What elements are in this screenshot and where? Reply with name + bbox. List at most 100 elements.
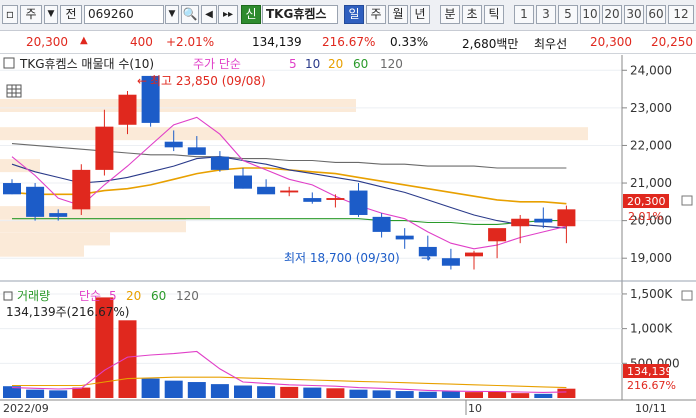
minute-option-30[interactable]: 30 xyxy=(624,5,644,24)
search-icon[interactable]: 🔍 xyxy=(181,5,199,24)
current-volume-pct: 216.67% xyxy=(627,379,676,392)
volume-bar-up xyxy=(511,393,530,398)
period-tab-tick[interactable]: 틱 xyxy=(484,5,504,24)
candle-up xyxy=(95,126,114,170)
period-tab-minute[interactable]: 분 xyxy=(440,5,460,24)
candle-down xyxy=(395,235,414,240)
candle-up xyxy=(72,169,91,210)
minute-option-120[interactable]: 12 xyxy=(668,5,694,24)
candle-down xyxy=(164,141,183,148)
code-dropdown-icon[interactable]: ▼ xyxy=(165,5,179,24)
minute-label: 20 xyxy=(604,7,620,21)
candle-down xyxy=(257,186,276,195)
volume-bar-down xyxy=(418,391,437,398)
price-y-label: 24,000 xyxy=(630,63,672,77)
period-tab-year[interactable]: 년 xyxy=(410,5,430,24)
period-tab-second[interactable]: 초 xyxy=(462,5,482,24)
price-ma20-label: 20 xyxy=(328,57,343,71)
price-change: 400 xyxy=(130,35,153,49)
candle-down xyxy=(210,156,229,170)
minute-option-20[interactable]: 20 xyxy=(602,5,622,24)
volume-bar-down xyxy=(441,391,460,398)
price-ma5-label: 5 xyxy=(289,57,297,71)
minute-option-3[interactable]: 3 xyxy=(536,5,556,24)
minute-option-5[interactable]: 5 xyxy=(558,5,578,24)
high-annotation-arrow: ← xyxy=(137,74,147,88)
period-label: 분 xyxy=(444,7,456,21)
toolbar: ▫ 주 ▼ 전 069260 ▼ 🔍 ◀ ▸▸ 신 TKG휴켐스 일 주 월 년… xyxy=(0,0,696,31)
credit-label: 신 xyxy=(245,7,257,21)
minute-label: 60 xyxy=(648,7,664,21)
stock-name: TKG휴켐스 xyxy=(266,7,327,21)
period-label: 주 xyxy=(370,7,382,21)
market-select[interactable]: 전 xyxy=(60,5,82,24)
volume-icon[interactable]: ◀ xyxy=(201,5,217,24)
vma20-line xyxy=(12,376,567,389)
ask-price: 20,300 xyxy=(590,35,632,49)
candle-up xyxy=(557,209,576,227)
volume-panel-toggle-icon[interactable] xyxy=(3,291,13,301)
credit-button[interactable]: 신 xyxy=(241,5,261,24)
up-arrow-icon: ▲ xyxy=(80,35,88,46)
volume-panel-menu-icon[interactable] xyxy=(681,290,693,301)
code-input[interactable]: 069260 xyxy=(84,5,164,24)
price-y-label: 22,000 xyxy=(630,138,672,152)
volume-ma5-label: 5 xyxy=(109,289,117,303)
x-label-end: 10/11 xyxy=(635,402,667,415)
candle-up xyxy=(511,218,530,227)
candle-down xyxy=(534,218,553,223)
minute-label: 12 xyxy=(673,7,689,21)
current-pct-tag-text: 2.01% xyxy=(628,210,663,223)
stock-name-field[interactable]: TKG휴켐스 xyxy=(262,5,338,24)
minute-label: 3 xyxy=(542,7,550,21)
market-label: 전 xyxy=(65,7,77,21)
volume-bar-up xyxy=(280,386,299,398)
trade-amount: 2,680백만 xyxy=(462,37,519,51)
volume-bar-down xyxy=(210,384,229,398)
volume-bar-down xyxy=(534,393,553,398)
period-tab-day[interactable]: 일 xyxy=(344,5,364,24)
window-icon[interactable]: ▫ xyxy=(2,5,18,24)
volume-bar-down xyxy=(234,385,252,398)
period-tab-month[interactable]: 월 xyxy=(388,5,408,24)
history-icon[interactable]: ▸▸ xyxy=(218,5,238,24)
price-y-label: 21,000 xyxy=(630,176,672,190)
volume-bar-down xyxy=(164,380,183,398)
volume-moving-averages xyxy=(11,350,567,393)
chart-svg[interactable]: TKG휴켐스 매물대 수(10) 주가 단순 5 10 20 60 120 ← … xyxy=(0,55,696,415)
low-annotation-arrow: → xyxy=(421,251,431,265)
type-dropdown-icon[interactable]: ▼ xyxy=(44,5,58,24)
high-annotation: 최고 23,850 (09/08) xyxy=(150,74,266,88)
candle-down xyxy=(303,198,322,202)
volume-panel-title: 거래량 xyxy=(17,289,50,303)
volume-bar-down xyxy=(187,382,206,398)
candle-down xyxy=(3,183,21,195)
volume-bar-down xyxy=(372,390,391,398)
minute-label: 30 xyxy=(626,7,642,21)
volume-y-label: 1,500K xyxy=(630,287,673,301)
minute-option-10[interactable]: 10 xyxy=(580,5,600,24)
priority-label: 최우선 xyxy=(534,37,568,51)
type-select[interactable]: 주 xyxy=(20,5,42,24)
minute-option-60[interactable]: 60 xyxy=(646,5,666,24)
candle-down xyxy=(26,186,45,217)
volume-bar-down xyxy=(49,390,68,398)
period-label: 일 xyxy=(348,7,360,21)
volume-ma60-label: 60 xyxy=(151,289,166,303)
price-ma120-label: 120 xyxy=(380,57,403,71)
candle-down xyxy=(441,258,460,266)
turnover-rate: 0.33% xyxy=(390,35,429,49)
minute-option-1[interactable]: 1 xyxy=(514,5,534,24)
period-label: 월 xyxy=(392,7,404,21)
volume-bar-up xyxy=(488,391,507,398)
volume-bar-up xyxy=(72,387,91,398)
period-label: 년 xyxy=(414,7,426,21)
bid-price: 20,250 xyxy=(651,35,693,49)
table-icon[interactable] xyxy=(6,84,22,98)
volume-bar-up xyxy=(326,388,345,398)
volume-y-axis: 1,500K1,000K500,000 xyxy=(622,287,680,370)
price-panel-title: TKG휴켐스 매물대 수(10) xyxy=(19,57,154,71)
panel-menu-icon[interactable] xyxy=(681,195,693,206)
period-tab-week[interactable]: 주 xyxy=(366,5,386,24)
chart-area[interactable]: TKG휴켐스 매물대 수(10) 주가 단순 5 10 20 60 120 ← … xyxy=(0,55,696,415)
